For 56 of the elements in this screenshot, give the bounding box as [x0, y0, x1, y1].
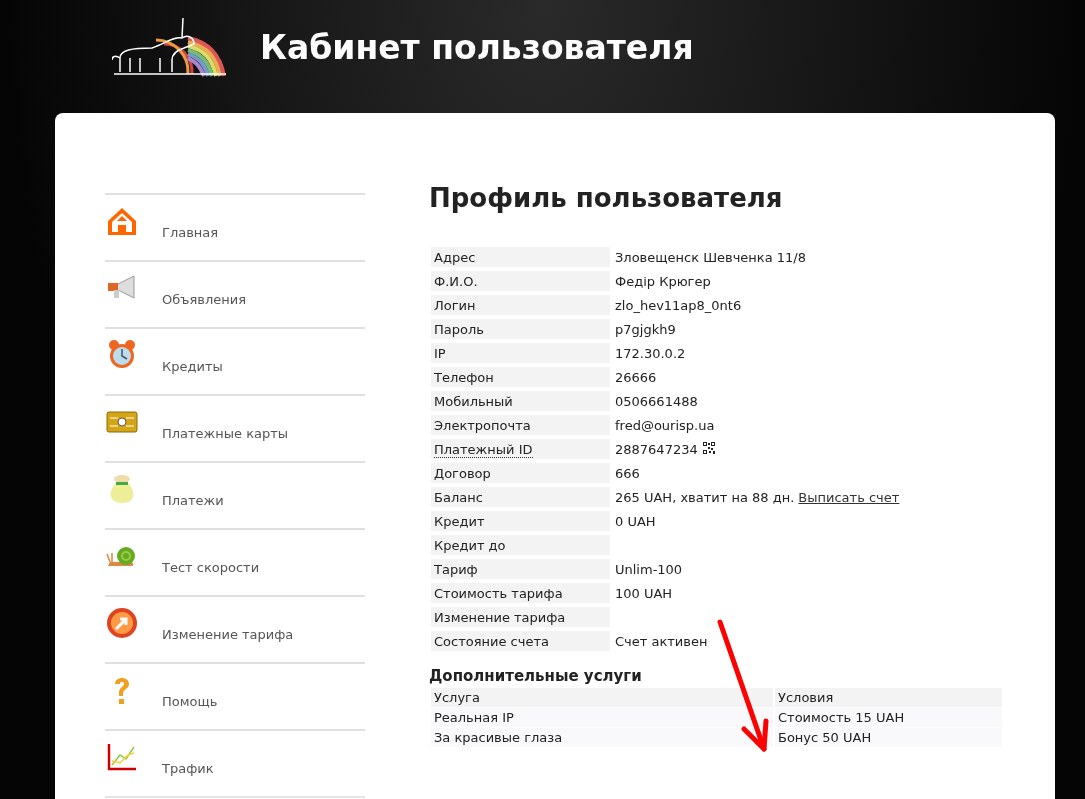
arrows-icon [106, 607, 138, 639]
field-label: Состояние счета [434, 633, 549, 649]
table-cell: Бонус 50 UAH [775, 728, 1002, 747]
field-value: Счет активен [615, 633, 708, 649]
field-value: 100 UAH [615, 585, 673, 601]
section-title: Профиль пользователя [429, 183, 784, 213]
field-label: Баланс [434, 489, 483, 505]
field-value: Федір Крюгер [615, 273, 711, 289]
table-cell: Реальная IP [431, 708, 773, 727]
field-value: 172.30.0.2 [615, 345, 686, 361]
field-label: Тариф [434, 561, 478, 577]
field-label: Ф.И.О. [434, 273, 478, 289]
field-label: Стоимость тарифа [434, 585, 563, 601]
field-label: Пароль [434, 321, 484, 337]
field-value: Зловещенск Шевченка 11/8 [615, 249, 806, 265]
sidebar-item[interactable]: Помощь [105, 662, 365, 729]
line-chart-icon [106, 741, 138, 773]
sidebar-item[interactable]: Тест скорости [105, 528, 365, 595]
field-value: 0 UAH [615, 513, 656, 529]
field-label: Кредит [434, 513, 485, 529]
qr-code-icon[interactable] [702, 441, 715, 454]
alarm-clock-icon [106, 339, 138, 371]
sidebar-item[interactable]: Главная [105, 193, 365, 260]
field-value: fred@ourisp.ua [615, 417, 715, 433]
house-icon [106, 205, 138, 237]
field-label: Кредит до [434, 537, 506, 553]
sidebar-item[interactable]: Кредиты [105, 327, 365, 394]
column-header: Условия [775, 688, 1002, 707]
sidebar-item[interactable]: Изменение тарифа [105, 595, 365, 662]
field-value: 666 [615, 465, 640, 481]
invoice-link[interactable]: Выписать счет [798, 489, 900, 505]
sidebar-item[interactable]: Объявления [105, 260, 365, 327]
field-label: Электропочта [434, 417, 531, 433]
field-value: 265 UAH, хватит на 88 дн. [615, 489, 795, 505]
field-value: Unlim-100 [615, 561, 683, 577]
table-cell: За красивые глаза [431, 728, 773, 747]
table-cell: Стоимость 15 UAH [775, 708, 1002, 727]
section-subtitle: Дополнительные услуги [429, 667, 643, 685]
field-label: Мобильный [434, 393, 513, 409]
field-label: Договор [434, 465, 491, 481]
field-label: IP [434, 345, 446, 361]
sidebar-item[interactable]: Трафик [105, 729, 365, 796]
column-header: Услуга [431, 688, 773, 707]
field-value: 2887647234 [615, 441, 698, 457]
field-value: p7gjgkh9 [615, 321, 676, 337]
field-label: Телефон [434, 369, 494, 385]
field-value: 0506661488 [615, 393, 698, 409]
sidebar-item[interactable]: Платежные карты [105, 394, 365, 461]
field-label: Адрес [434, 249, 476, 265]
field-value: zlo_hev11ap8_0nt6 [615, 297, 742, 313]
page-title: Кабинет пользователя [260, 28, 694, 67]
field-label: Изменение тарифа [434, 609, 566, 625]
field-label: Платежный ID [434, 441, 533, 458]
field-value: 26666 [615, 369, 657, 385]
sidebar-item[interactable]: Платежи [105, 461, 365, 528]
field-label: Логин [434, 297, 476, 313]
